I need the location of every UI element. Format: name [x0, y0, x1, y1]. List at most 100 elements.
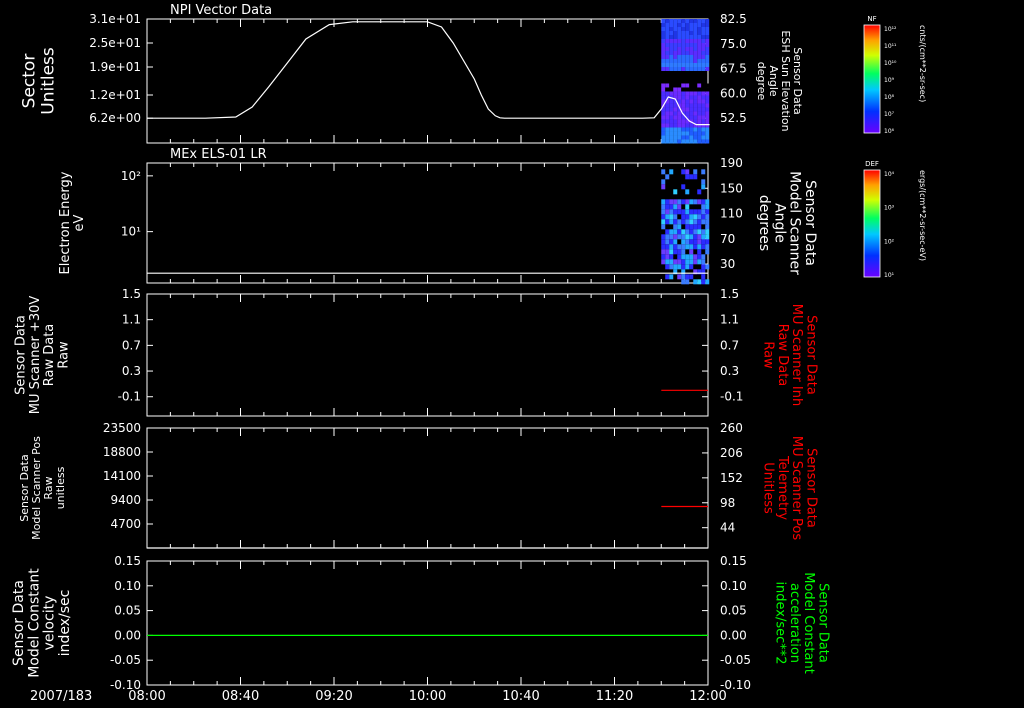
spectrogram-cell	[705, 279, 710, 285]
spectrogram-cell	[685, 123, 690, 128]
date-label: 2007/183	[30, 689, 92, 704]
spectrogram-cell	[669, 19, 674, 23]
spectrogram-cell	[669, 111, 674, 116]
spectrogram-cell	[685, 259, 690, 265]
spectrogram-cell	[669, 59, 674, 63]
right-tick-label: 30	[720, 257, 735, 271]
spectrogram-cell	[661, 19, 666, 23]
spectrogram-cell	[693, 39, 698, 43]
panel-frame	[146, 560, 709, 686]
spectrogram-cell	[673, 135, 678, 140]
spectrogram-cell	[693, 229, 698, 235]
spectrogram-cell	[661, 87, 666, 92]
spectrogram-cell	[673, 31, 678, 35]
panel-5: 0.150.100.050.00-0.05-0.100.150.100.050.…	[11, 554, 831, 692]
spectrogram-cell	[681, 95, 686, 100]
right-tick-label: 98	[720, 496, 735, 510]
spectrogram-cell	[669, 115, 674, 120]
spectrogram-cell	[689, 59, 694, 63]
spectrogram-cell	[673, 119, 678, 124]
right-tick-label: 206	[720, 446, 743, 460]
spectrogram-cell	[693, 67, 698, 71]
spectrogram-cell	[705, 107, 710, 112]
spectrogram-cell	[661, 51, 666, 55]
spectrogram-cell	[689, 67, 694, 71]
spectrogram-cell	[685, 99, 690, 104]
spectrogram-cell	[697, 55, 702, 59]
right-tick-label: 0.10	[720, 579, 747, 593]
spectrogram-cell	[677, 87, 682, 92]
spectrogram-cell	[673, 111, 678, 116]
spectrogram-cell	[701, 279, 706, 285]
spectrogram-cell	[665, 259, 670, 265]
spectrogram-cell	[685, 214, 690, 220]
spectrogram-cell	[697, 254, 702, 260]
spectrogram-cell	[681, 83, 686, 88]
spectrogram-cell	[673, 51, 678, 55]
spectrogram-cell	[661, 43, 666, 47]
spectrogram-cell	[685, 39, 690, 43]
spectrogram-cell	[705, 219, 710, 225]
panel-3: 1.5 1.1 0.7 0.3 -0.1 1.5 1.1 0.7 0.3 -0.1 Sensor D…	[14, 287, 818, 417]
spectrogram-cell	[689, 199, 694, 205]
spectrogram-cell	[689, 87, 694, 92]
spectrogram-cell	[693, 127, 698, 132]
left-tick-label: 3.1e+01	[89, 12, 141, 26]
spectrogram-cell	[673, 39, 678, 43]
spectrogram-cell	[701, 63, 706, 67]
spectrogram-cell	[681, 43, 686, 47]
spectrogram-cell	[681, 103, 686, 108]
spectrogram-cell	[685, 189, 690, 195]
spectrogram-cell	[701, 184, 706, 190]
spectrogram-cell	[677, 259, 682, 265]
spectrogram-cell	[673, 224, 678, 230]
spectrogram-cell	[661, 219, 666, 225]
spectrogram-cell	[689, 264, 694, 270]
spectrogram-cell	[665, 254, 670, 260]
spectrogram-cell	[693, 95, 698, 100]
right-tick-label: 75.0	[720, 37, 747, 51]
left-axis-label: Sensor DataModel Constantvelocityindex/s…	[11, 568, 73, 678]
spectrogram-cell	[697, 39, 702, 43]
colorbar-units: ergs/(cm**2-sr-sec-eV)	[918, 170, 927, 261]
spectrogram-cell	[677, 219, 682, 225]
spectrogram-cell	[697, 83, 702, 88]
spectrogram-cell	[685, 43, 690, 47]
spectrogram-cell	[685, 47, 690, 51]
spectrogram-cell	[693, 19, 698, 23]
spectrogram-cell	[705, 19, 710, 23]
left-tick-label: 4700	[110, 517, 141, 531]
spectrogram-cell	[689, 55, 694, 59]
spectrogram-cell	[677, 199, 682, 205]
time-axis: 2007/183 08:00 08:40 09:20 10:00 10:40 11:20 12…	[30, 689, 727, 704]
spectrogram-cell	[677, 67, 682, 71]
right-tick-label: 82.5	[720, 12, 747, 26]
spectrogram-cell	[681, 23, 686, 27]
spectrogram-cell	[673, 259, 678, 265]
spectrogram-cell	[701, 139, 706, 144]
spectrogram-cell	[665, 214, 670, 220]
spectrogram-cell	[701, 219, 706, 225]
spectrogram-cell	[701, 234, 706, 240]
spectrogram-cell	[665, 219, 670, 225]
spectrogram-cell	[673, 23, 678, 27]
spectrogram-cell	[697, 244, 702, 250]
spectrogram-cell	[689, 229, 694, 235]
right-tick-label: 0.15	[720, 554, 747, 568]
spectrogram-cell	[665, 229, 670, 235]
spectrogram-cell	[661, 244, 666, 250]
spectrogram-cell	[665, 107, 670, 112]
spectrogram-cell	[693, 63, 698, 67]
spectrogram-cell	[665, 51, 670, 55]
right-axis-label-line: Unitless	[761, 462, 776, 514]
right-tick-label: 0.05	[720, 604, 747, 618]
spectrogram-cell	[697, 107, 702, 112]
spectrogram-cell	[685, 264, 690, 270]
spectrogram-cell	[705, 115, 710, 120]
spectrogram-cell	[689, 174, 694, 180]
spectrogram-cell	[661, 63, 666, 67]
spectrogram-cell	[693, 224, 698, 230]
colorbar: NF 10¹² 10¹¹ 10¹⁰ 10⁹ 10⁸ 10⁷ 10⁶ cnts/(cm**2-sr…	[863, 15, 927, 135]
spectrogram-cell	[681, 39, 686, 43]
left-axis-label-line: velocity	[42, 596, 58, 651]
